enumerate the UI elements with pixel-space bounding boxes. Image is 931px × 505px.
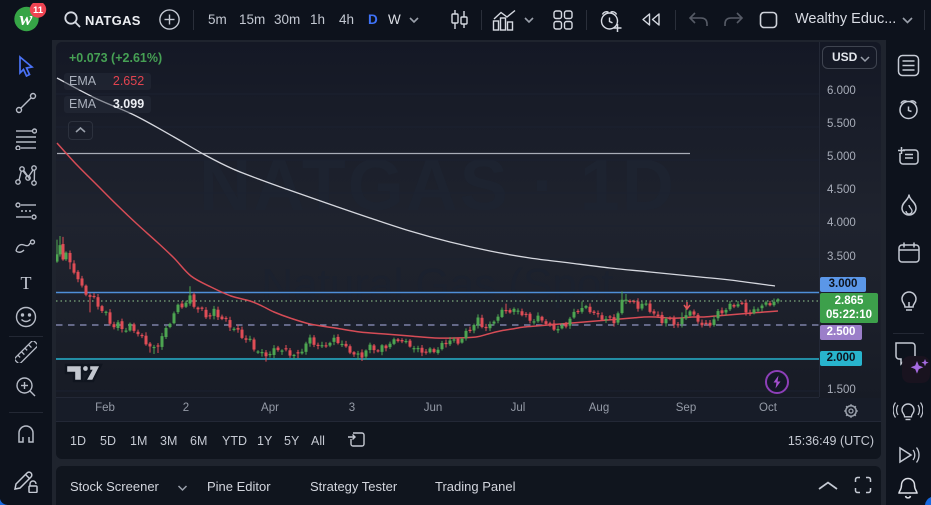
svg-text:11: 11 [33, 5, 44, 16]
